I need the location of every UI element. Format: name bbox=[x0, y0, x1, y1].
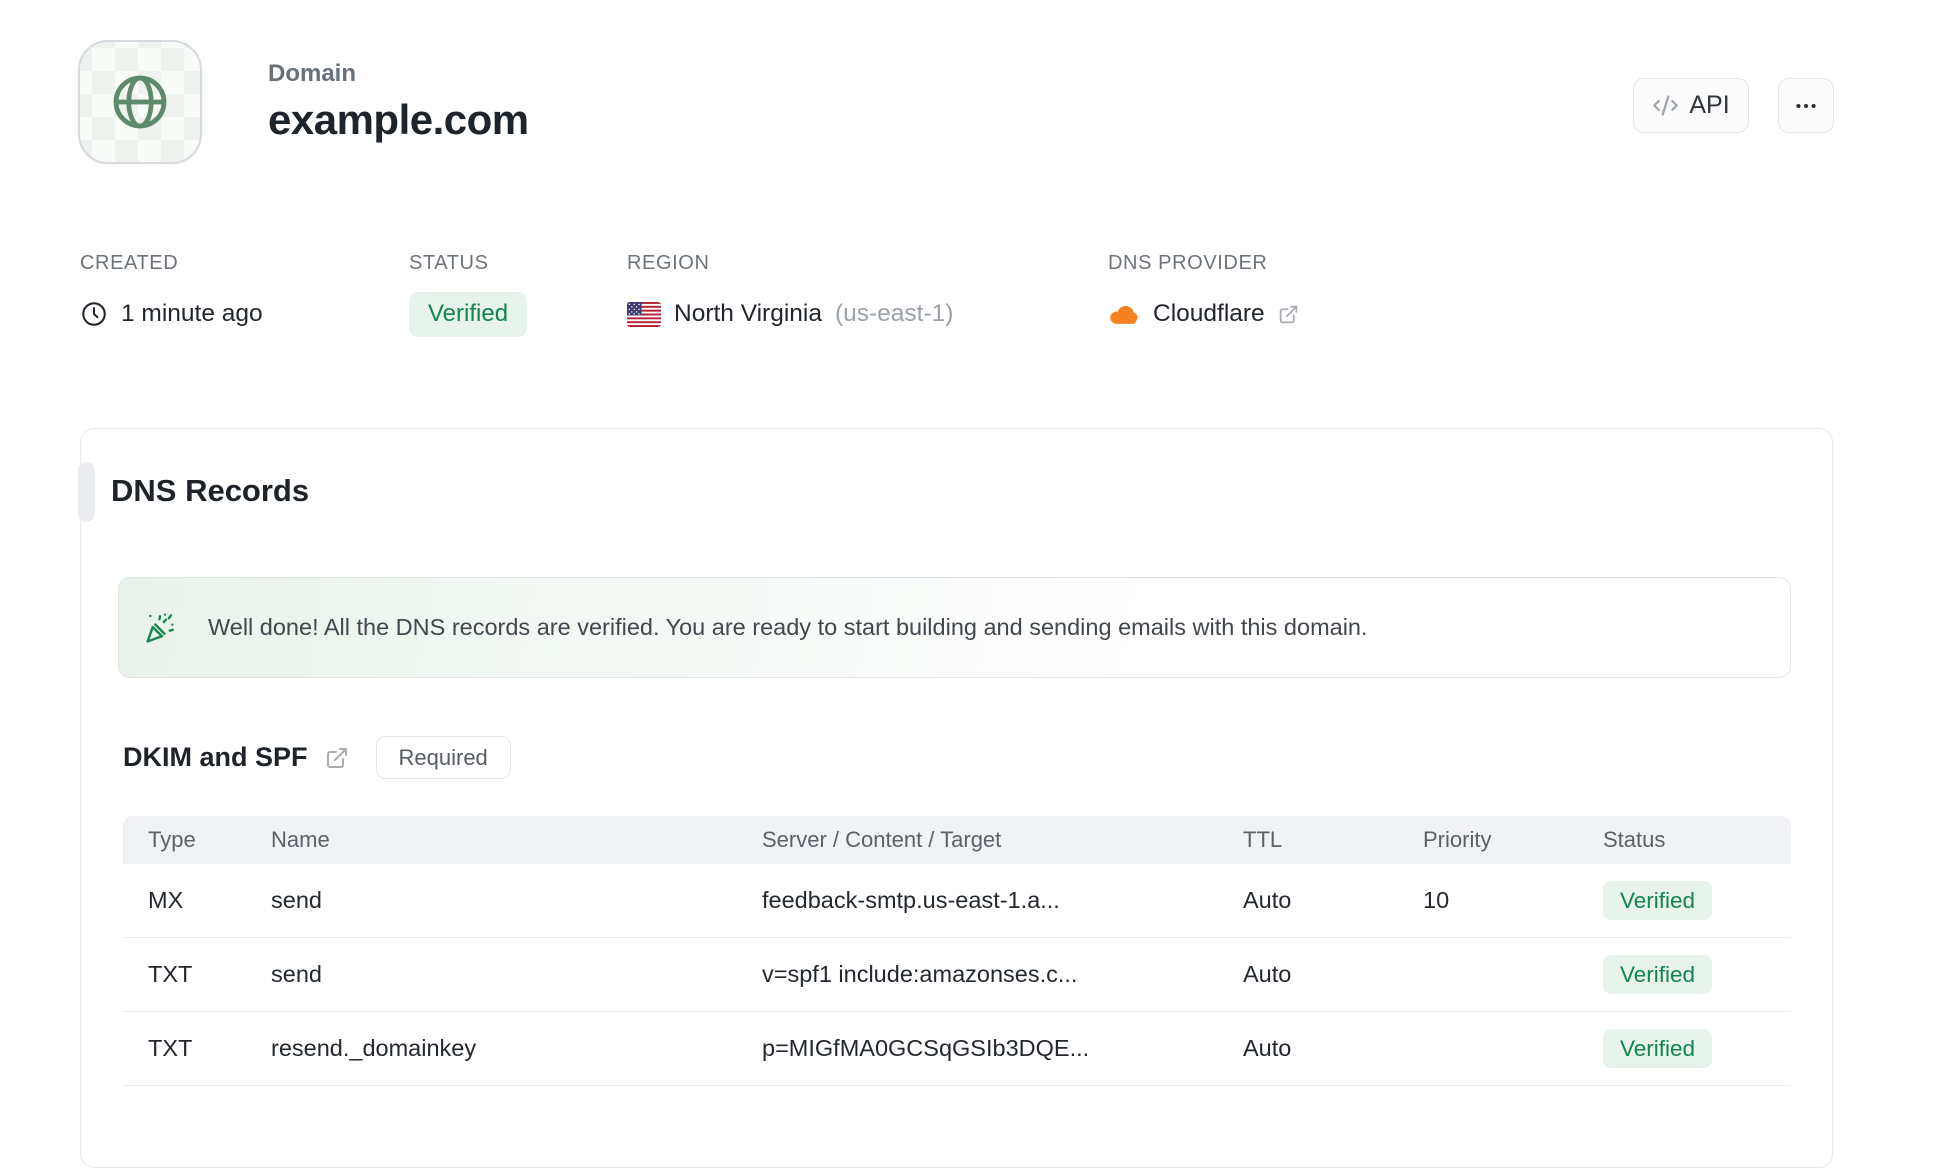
cell-type: MX bbox=[148, 887, 184, 913]
cell-name: resend._domainkey bbox=[271, 1035, 477, 1061]
clock-icon bbox=[80, 300, 108, 328]
external-link-icon[interactable] bbox=[325, 746, 349, 770]
cell-type: TXT bbox=[148, 1035, 193, 1061]
cell-status: Verified bbox=[1603, 955, 1791, 994]
api-button-label: API bbox=[1689, 91, 1730, 119]
cell-content: v=spf1 include:amazonses.c... bbox=[762, 961, 1078, 987]
code-icon bbox=[1652, 92, 1679, 119]
cell-ttl: Auto bbox=[1243, 961, 1292, 987]
required-badge: Required bbox=[375, 736, 511, 779]
section-title: DKIM and SPF bbox=[123, 742, 308, 772]
table-row: TXT resend._domainkey p=MIGfMA0GCSqGSIb3DQ… bbox=[123, 1012, 1791, 1086]
cell-content: feedback-smtp.us-east-1.a... bbox=[762, 887, 1060, 913]
card-title: DNS Records bbox=[111, 473, 310, 508]
cell-name: send bbox=[271, 887, 322, 913]
created-label: CREATED bbox=[80, 252, 179, 274]
success-banner: Well done! All the DNS records are verif… bbox=[118, 577, 1791, 678]
external-link-icon bbox=[1278, 304, 1299, 325]
domain-avatar bbox=[78, 40, 202, 164]
table-row: TXT send v=spf1 include:amazonses.c... Auto… bbox=[123, 938, 1791, 1012]
ellipsis-icon bbox=[1793, 93, 1819, 119]
us-flag-icon bbox=[627, 301, 661, 327]
status-badge: Verified bbox=[1603, 1029, 1713, 1068]
status-badge: Verified bbox=[1603, 881, 1713, 920]
region-name: North Virginia bbox=[674, 300, 822, 327]
cell-priority: 10 bbox=[1423, 887, 1450, 913]
banner-message: Well done! All the DNS records are verif… bbox=[208, 614, 1368, 640]
status-value: Verified bbox=[409, 291, 528, 337]
more-button[interactable] bbox=[1778, 78, 1834, 133]
page-title: example.com bbox=[268, 96, 529, 143]
cell-ttl: Auto bbox=[1243, 887, 1292, 913]
col-header-priority: Priority bbox=[1423, 827, 1492, 852]
region-code: (us-east-1) bbox=[834, 300, 954, 327]
created-value: 1 minute ago bbox=[80, 291, 263, 337]
dns-provider-label: DNS PROVIDER bbox=[1108, 252, 1268, 274]
created-text: 1 minute ago bbox=[121, 300, 263, 327]
dkim-spf-section-header: DKIM and SPF Required bbox=[123, 736, 511, 779]
status-label: STATUS bbox=[409, 252, 489, 274]
col-header-type: Type bbox=[148, 827, 196, 852]
dns-records-table: Type Name Server / Content / Target TTL … bbox=[123, 816, 1791, 1086]
region-value: North Virginia (us-east-1) bbox=[627, 291, 953, 337]
col-header-status: Status bbox=[1603, 827, 1666, 852]
dns-records-card: DNS Records Well done! All the DNS recor… bbox=[78, 428, 1833, 1168]
table-header-row: Type Name Server / Content / Target TTL … bbox=[123, 816, 1791, 864]
cell-ttl: Auto bbox=[1243, 1035, 1292, 1061]
status-badge: Verified bbox=[1603, 955, 1713, 994]
party-popper-icon bbox=[145, 612, 177, 644]
cell-content: p=MIGfMA0GCSqGSIb3DQE... bbox=[762, 1035, 1090, 1061]
table-row: MX send feedback-smtp.us-east-1.a... Auto 10… bbox=[123, 864, 1791, 938]
status-badge: Verified bbox=[409, 291, 528, 337]
dns-provider-link[interactable]: Cloudflare bbox=[1108, 291, 1299, 337]
globe-icon bbox=[108, 70, 172, 134]
domain-eyebrow: Domain bbox=[268, 60, 357, 87]
card-accent-handle bbox=[78, 462, 95, 522]
col-header-ttl: TTL bbox=[1243, 827, 1283, 852]
cell-type: TXT bbox=[148, 961, 193, 987]
cell-status: Verified bbox=[1603, 881, 1791, 920]
cloudflare-icon bbox=[1108, 302, 1140, 326]
cell-status: Verified bbox=[1603, 1029, 1791, 1068]
api-button[interactable]: API bbox=[1633, 78, 1749, 133]
region-label: REGION bbox=[627, 252, 710, 274]
cell-name: send bbox=[271, 961, 322, 987]
col-header-content: Server / Content / Target bbox=[762, 827, 1002, 852]
dns-table-body: MX send feedback-smtp.us-east-1.a... Auto 10… bbox=[123, 864, 1791, 1086]
page-header: Domain example.com bbox=[268, 62, 529, 141]
col-header-name: Name bbox=[271, 827, 330, 852]
dns-provider-name: Cloudflare bbox=[1153, 300, 1265, 327]
